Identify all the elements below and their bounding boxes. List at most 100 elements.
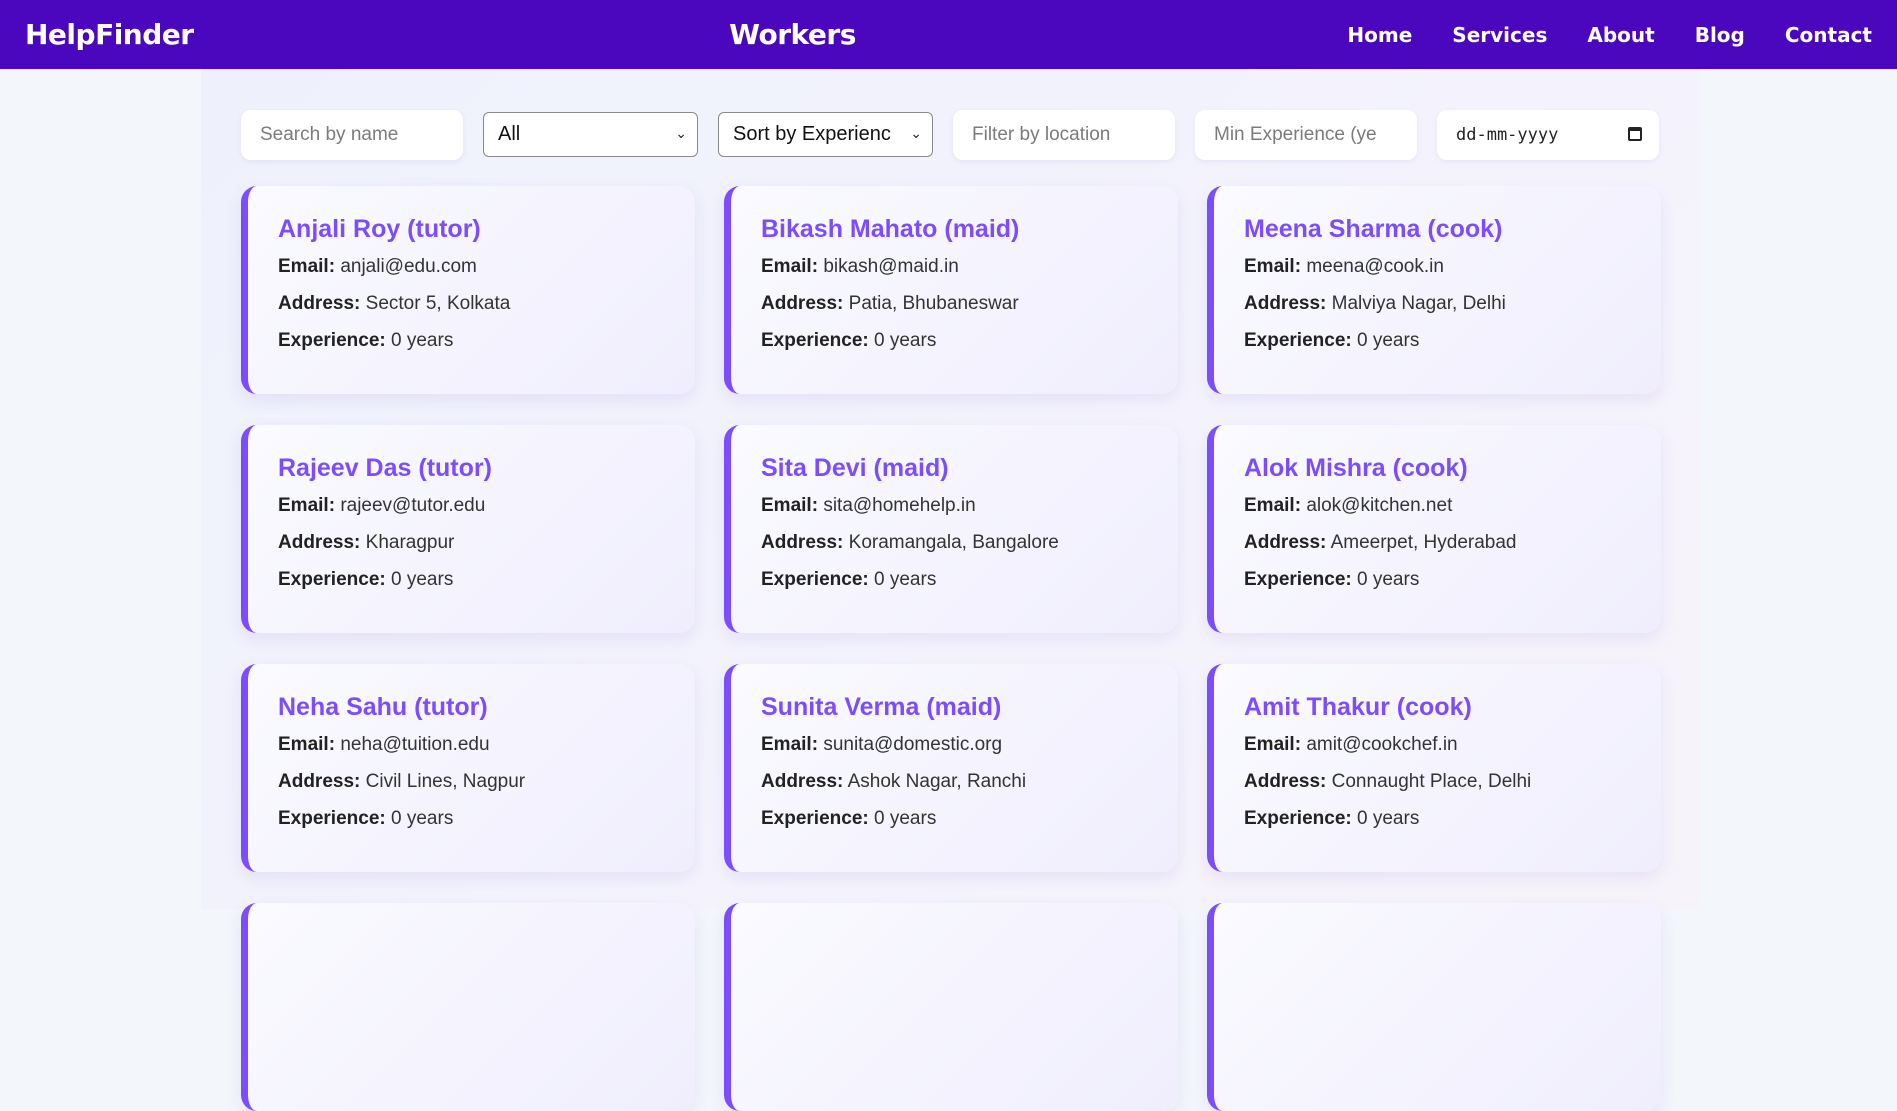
worker-name: Sunita Verma (maid) [761, 693, 1002, 721]
nav-link-services[interactable]: Services [1452, 23, 1547, 47]
worker-card[interactable] [724, 903, 1178, 1111]
address-row: Address: Ashok Nagar, Ranchi [761, 771, 1148, 794]
address-value: Connaught Place, Delhi [1331, 770, 1532, 792]
email-label: Email: [278, 734, 336, 755]
experience-value: 0 years [874, 329, 937, 351]
email-row: Email: rajeev@tutor.edu [278, 495, 665, 518]
email-label: Email: [1244, 256, 1302, 277]
worker-card[interactable]: Meena Sharma (cook) Email: meena@cook.in… [1207, 186, 1661, 394]
sort-select[interactable]: Sort by Experienc ⌄ [718, 112, 933, 157]
location-filter-input[interactable]: Filter by location [953, 110, 1175, 160]
experience-row: Experience: 0 years [278, 569, 665, 592]
address-label: Address: [761, 770, 844, 792]
email-value: sita@homehelp.in [823, 495, 976, 516]
email-value: sunita@domestic.org [823, 734, 1003, 755]
address-label: Address: [1244, 531, 1327, 553]
address-row: Address: Connaught Place, Delhi [1244, 771, 1631, 794]
worker-name: Rajeev Das (tutor) [278, 454, 492, 482]
email-row: Email: sita@homehelp.in [761, 495, 1148, 518]
email-label: Email: [761, 495, 819, 516]
worker-name: Neha Sahu (tutor) [278, 693, 488, 721]
experience-value: 0 years [391, 329, 454, 351]
experience-label: Experience: [278, 807, 386, 829]
filter-bar: Search by name All ⌄ Sort by Experienc ⌄… [241, 110, 1659, 160]
min-experience-input[interactable]: Min Experience (ye [1195, 110, 1417, 160]
experience-label: Experience: [278, 568, 386, 590]
worker-card[interactable] [241, 903, 695, 1111]
main-content: Search by name All ⌄ Sort by Experienc ⌄… [201, 69, 1700, 1111]
date-placeholder: dd-mm-yyyy [1456, 125, 1559, 145]
search-name-input[interactable]: Search by name [241, 110, 463, 160]
address-row: Address: Civil Lines, Nagpur [278, 771, 665, 794]
address-value: Ashok Nagar, Ranchi [847, 770, 1027, 792]
worker-card[interactable]: Amit Thakur (cook) Email: amit@cookchef.… [1207, 664, 1661, 872]
min-experience-placeholder: Min Experience (ye [1214, 124, 1377, 145]
search-name-placeholder: Search by name [260, 124, 399, 145]
chevron-down-icon: ⌄ [910, 125, 922, 141]
worker-card[interactable]: Sita Devi (maid) Email: sita@homehelp.in… [724, 425, 1178, 633]
nav-link-home[interactable]: Home [1347, 23, 1412, 47]
worker-card[interactable]: Anjali Roy (tutor) Email: anjali@edu.com… [241, 186, 695, 394]
worker-card[interactable]: Rajeev Das (tutor) Email: rajeev@tutor.e… [241, 425, 695, 633]
address-value: Civil Lines, Nagpur [365, 770, 526, 792]
experience-label: Experience: [761, 329, 869, 351]
experience-row: Experience: 0 years [1244, 569, 1631, 592]
email-value: alok@kitchen.net [1306, 495, 1453, 516]
experience-label: Experience: [761, 807, 869, 829]
email-row: Email: bikash@maid.in [761, 256, 1148, 279]
experience-value: 0 years [391, 568, 454, 590]
experience-value: 0 years [1357, 568, 1420, 590]
experience-row: Experience: 0 years [1244, 330, 1631, 353]
experience-label: Experience: [1244, 568, 1352, 590]
nav-link-blog[interactable]: Blog [1695, 23, 1745, 47]
nav-link-about[interactable]: About [1587, 23, 1654, 47]
email-value: neha@tuition.edu [340, 734, 490, 755]
address-row: Address: Patia, Bhubaneswar [761, 293, 1148, 316]
worker-card[interactable]: Sunita Verma (maid) Email: sunita@domest… [724, 664, 1178, 872]
calendar-icon[interactable] [1628, 127, 1642, 141]
nav-link-contact[interactable]: Contact [1785, 23, 1872, 47]
email-value: anjali@edu.com [340, 256, 477, 277]
email-value: rajeev@tutor.edu [340, 495, 486, 516]
experience-value: 0 years [874, 807, 937, 829]
address-row: Address: Kharagpur [278, 532, 665, 555]
email-label: Email: [1244, 495, 1302, 516]
experience-row: Experience: 0 years [1244, 808, 1631, 831]
address-value: Ameerpet, Hyderabad [1330, 531, 1517, 553]
experience-label: Experience: [761, 568, 869, 590]
address-label: Address: [1244, 292, 1327, 314]
address-label: Address: [278, 531, 361, 553]
email-row: Email: neha@tuition.edu [278, 734, 665, 757]
address-value: Sector 5, Kolkata [365, 292, 511, 314]
category-select[interactable]: All ⌄ [483, 112, 698, 157]
email-value: amit@cookchef.in [1306, 734, 1458, 755]
address-value: Koramangala, Bangalore [848, 531, 1059, 553]
experience-label: Experience: [278, 329, 386, 351]
email-label: Email: [761, 734, 819, 755]
worker-name: Alok Mishra (cook) [1244, 454, 1468, 482]
worker-name: Sita Devi (maid) [761, 454, 949, 482]
email-value: bikash@maid.in [823, 256, 959, 277]
worker-card[interactable]: Alok Mishra (cook) Email: alok@kitchen.n… [1207, 425, 1661, 633]
worker-card[interactable]: Neha Sahu (tutor) Email: neha@tuition.ed… [241, 664, 695, 872]
experience-row: Experience: 0 years [278, 808, 665, 831]
worker-name: Anjali Roy (tutor) [278, 215, 481, 243]
worker-name: Amit Thakur (cook) [1244, 693, 1472, 721]
experience-value: 0 years [1357, 329, 1420, 351]
experience-row: Experience: 0 years [761, 808, 1148, 831]
worker-card[interactable]: Bikash Mahato (maid) Email: bikash@maid.… [724, 186, 1178, 394]
worker-grid: Anjali Roy (tutor) Email: anjali@edu.com… [241, 186, 1661, 1111]
experience-value: 0 years [391, 807, 454, 829]
address-row: Address: Koramangala, Bangalore [761, 532, 1148, 555]
address-value: Patia, Bhubaneswar [848, 292, 1019, 314]
address-label: Address: [278, 770, 361, 792]
experience-label: Experience: [1244, 329, 1352, 351]
address-value: Malviya Nagar, Delhi [1331, 292, 1506, 314]
email-label: Email: [761, 256, 819, 277]
worker-card[interactable] [1207, 903, 1661, 1111]
address-row: Address: Ameerpet, Hyderabad [1244, 532, 1631, 555]
email-label: Email: [278, 495, 336, 516]
experience-row: Experience: 0 years [761, 330, 1148, 353]
date-input[interactable]: dd-mm-yyyy [1437, 110, 1659, 160]
nav-links: Home Services About Blog Contact [1347, 0, 1872, 69]
